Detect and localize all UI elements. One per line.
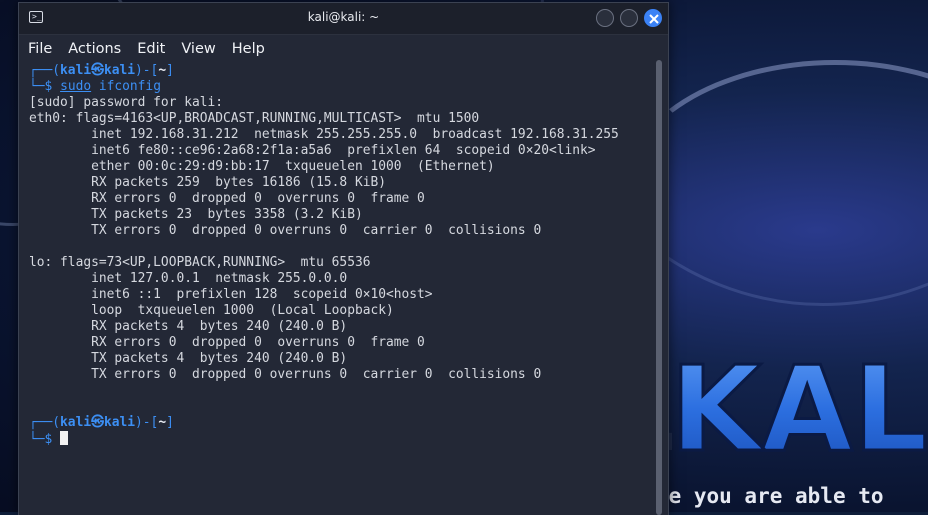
output-line: inet 127.0.0.1 netmask 255.0.0.0 (29, 271, 348, 286)
prompt-line-top: ┌──(kali㉿kali)-[~] (29, 63, 174, 78)
text-cursor (60, 431, 69, 445)
output-line: RX errors 0 dropped 0 overruns 0 frame 0 (29, 191, 425, 206)
command-line: └─$ sudo ifconfig (29, 79, 161, 94)
command-text: ifconfig (91, 79, 161, 94)
output-line: loop txqueuelen 1000 (Local Loopback) (29, 303, 394, 318)
close-icon (649, 14, 659, 24)
window-titlebar[interactable]: >_ kali@kali: ~ (19, 3, 668, 35)
close-button[interactable] (644, 9, 662, 27)
input-line[interactable]: └─$ (29, 431, 69, 448)
window-title: kali@kali: ~ (307, 10, 380, 24)
output-line: RX packets 259 bytes 16186 (15.8 KiB) (29, 175, 386, 190)
prompt-path: ~ (158, 63, 167, 78)
menu-help[interactable]: Help (232, 41, 265, 57)
scrollbar-thumb[interactable] (656, 60, 662, 515)
output-line: TX errors 0 dropped 0 overruns 0 carrier… (29, 223, 542, 238)
output-line: [sudo] password for kali: (29, 95, 224, 110)
menu-edit[interactable]: Edit (137, 41, 165, 57)
minimize-button[interactable] (596, 9, 614, 27)
output-line: RX packets 4 bytes 240 (240.0 B) (29, 319, 348, 334)
output-line: ether 00:0c:29:d9:bb:17 txqueuelen 1000 … (29, 159, 495, 174)
output-line: lo: flags=73<UP,LOOPBACK,RUNNING> mtu 65… (29, 255, 371, 270)
output-line: TX packets 4 bytes 240 (240.0 B) (29, 351, 348, 366)
terminal-output[interactable]: ┌──(kali㉿kali)-[~] └─$ sudo ifconfig [su… (19, 61, 650, 515)
menu-file[interactable]: File (28, 41, 52, 57)
output-line: TX packets 23 bytes 3358 (3.2 KiB) (29, 207, 363, 222)
menu-actions[interactable]: Actions (68, 41, 121, 57)
prompt-user: kali㉿kali (60, 63, 136, 78)
menu-view[interactable]: View (181, 41, 215, 57)
prompt-path: ~ (158, 415, 167, 430)
terminal-window[interactable]: >_ kali@kali: ~ File Actions Edit View H… (18, 2, 669, 515)
prompt-line-top: ┌──(kali㉿kali)-[~] (29, 415, 174, 430)
maximize-button[interactable] (620, 9, 638, 27)
output-line: inet6 ::1 prefixlen 128 scopeid 0×10<hos… (29, 287, 433, 302)
output-line: eth0: flags=4163<UP,BROADCAST,RUNNING,MU… (29, 111, 480, 126)
output-line: RX errors 0 dropped 0 overruns 0 frame 0 (29, 335, 425, 350)
kali-linux-logo: KALI LINUX (669, 340, 928, 460)
logo-text: KALI LINUX (670, 340, 928, 460)
output-line: TX errors 0 dropped 0 overruns 0 carrier… (29, 367, 542, 382)
terminal-scrollbar[interactable] (656, 60, 662, 515)
prompt-user: kali㉿kali (60, 415, 136, 430)
menu-bar: File Actions Edit View Help (19, 35, 668, 62)
output-line: inet6 fe80::ce96:2a68:2f1a:a5a6 prefixle… (29, 143, 596, 158)
command-sudo: sudo (60, 79, 92, 94)
output-line: inet 192.168.31.212 netmask 255.255.255.… (29, 127, 619, 142)
